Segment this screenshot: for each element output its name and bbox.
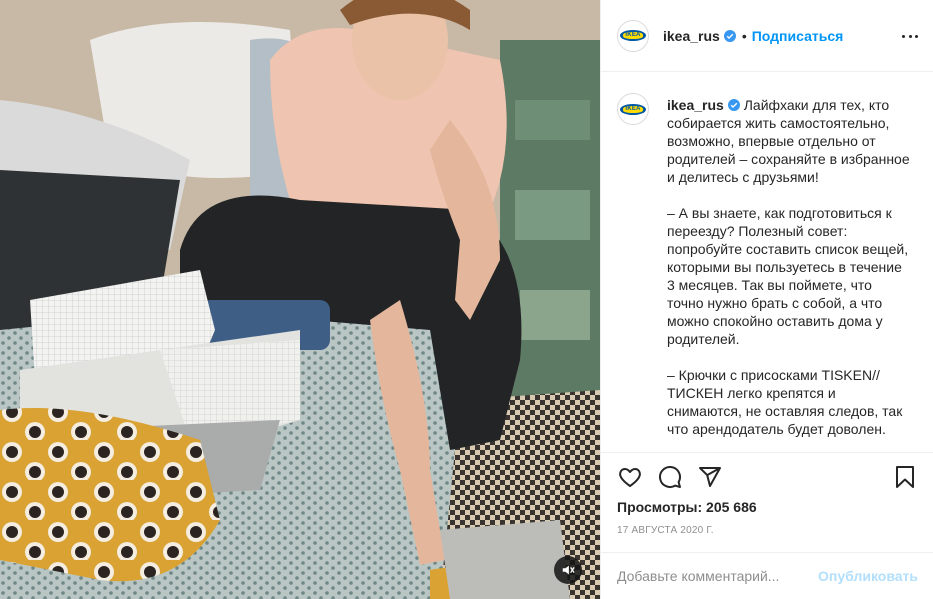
comment-bar: Опубликовать [601, 552, 933, 599]
post-header: IKEA ikea_rus • Подписаться [601, 0, 933, 72]
caption-paragraph-3: – Крючки с присосками TISKEN// ТИСКЕН ле… [667, 367, 903, 437]
action-icons-row [617, 463, 918, 491]
caption-avatar[interactable]: IKEA [617, 93, 649, 125]
ikea-logo: IKEA [620, 103, 646, 115]
follow-button[interactable]: Подписаться [752, 28, 844, 44]
post-photo [0, 0, 600, 599]
caption-paragraph-2: – А вы знаете, как подготовиться к перее… [667, 205, 909, 347]
bookmark-icon [896, 466, 914, 488]
more-icon [908, 34, 912, 38]
ikea-logo: IKEA [620, 30, 646, 41]
separator-dot: • [741, 27, 747, 44]
more-options-button[interactable] [902, 28, 918, 44]
more-icon [902, 34, 905, 38]
heart-icon [619, 468, 641, 487]
caption-username[interactable]: ikea_rus [667, 97, 724, 113]
view-count[interactable]: Просмотры: 205 686 [617, 499, 918, 515]
logo-text: IKEA [623, 32, 643, 39]
comment-button[interactable] [657, 464, 683, 490]
post-side-panel: IKEA ikea_rus • Подписаться IKEA ikea_ru… [600, 0, 933, 599]
post-media[interactable] [0, 0, 600, 599]
mute-icon [562, 565, 575, 575]
caption-scroll-area[interactable]: IKEA ikea_rus Лайфхаки для тех, кто соби… [601, 72, 933, 452]
mute-toggle-button[interactable] [554, 556, 582, 584]
comment-icon [659, 466, 681, 488]
verified-icon [723, 29, 736, 42]
logo-text: IKEA [623, 105, 643, 113]
like-button[interactable] [617, 464, 643, 490]
share-icon [699, 467, 721, 487]
share-button[interactable] [697, 464, 723, 490]
caption-text: ikea_rus Лайфхаки для тех, кто собираетс… [667, 96, 912, 452]
save-button[interactable] [892, 464, 918, 490]
comment-input[interactable] [617, 568, 819, 584]
post-date[interactable]: 17 августа 2020 г. [617, 525, 918, 536]
avatar[interactable]: IKEA [617, 19, 649, 52]
more-icon [915, 34, 918, 38]
caption: IKEA ikea_rus Лайфхаки для тех, кто соби… [617, 93, 918, 452]
post-actions: Просмотры: 205 686 17 августа 2020 г. [601, 452, 933, 552]
publish-button[interactable]: Опубликовать [818, 568, 918, 584]
verified-icon [727, 99, 740, 111]
account-username[interactable]: ikea_rus [663, 28, 720, 44]
